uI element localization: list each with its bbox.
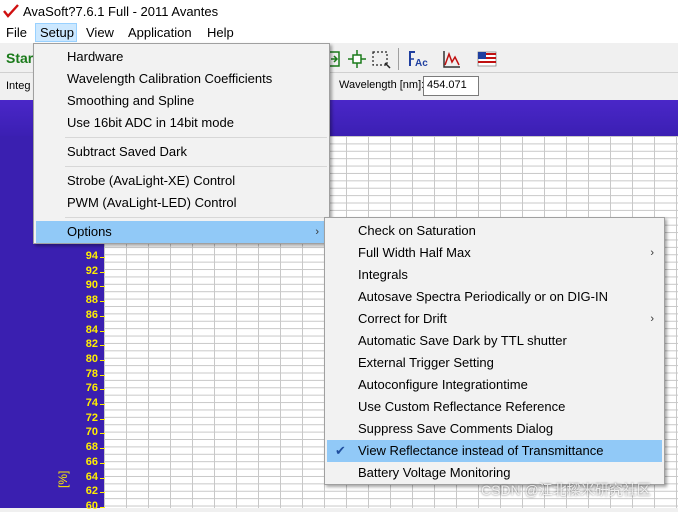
y-tick-label: 80 — [85, 352, 98, 365]
menu-item-subtract-dark[interactable]: Subtract Saved Dark — [36, 141, 327, 163]
menu-item-wavelength-calibration[interactable]: Wavelength Calibration Coefficients — [36, 68, 327, 90]
menu-item-check-saturation[interactable]: Check on Saturation — [327, 220, 662, 242]
svg-text:Ac: Ac — [415, 58, 428, 69]
y-tick-mark — [100, 389, 105, 391]
menu-item-autoconfigure-integration[interactable]: Autoconfigure Integrationtime — [327, 374, 662, 396]
menu-item-pwm-control[interactable]: PWM (AvaLight-LED) Control — [36, 192, 327, 214]
y-tick-mark — [100, 257, 105, 258]
spectrum-function-icon[interactable]: Ac — [406, 48, 428, 70]
y-tick-mark — [100, 374, 105, 376]
menu-item-options[interactable]: Options › — [36, 221, 327, 243]
menu-item-strobe-control[interactable]: Strobe (AvaLight-XE) Control — [36, 170, 327, 192]
window-title: AvaSoft?7.6.1 Full - 2011 Avantes — [23, 4, 219, 19]
y-tick-label: 68 — [85, 441, 98, 454]
y-tick-mark — [100, 301, 105, 303]
menu-item-fwhm[interactable]: Full Width Half Max › — [327, 242, 662, 264]
menu-application[interactable]: Application — [128, 25, 192, 42]
menu-separator — [65, 137, 327, 138]
y-tick-mark — [100, 462, 105, 464]
checkmark-icon: ✔ — [335, 443, 346, 458]
selection-rect-icon[interactable] — [370, 48, 392, 70]
y-tick-mark — [100, 477, 105, 479]
title-bar: AvaSoft?7.6.1 Full - 2011 Avantes — [0, 0, 678, 22]
menu-item-hardware[interactable]: Hardware — [36, 46, 327, 68]
chart-peak-icon[interactable] — [440, 48, 462, 70]
y-tick-mark — [100, 433, 105, 435]
y-tick-mark — [100, 345, 105, 347]
wavelength-label: Wavelength [nm]: — [339, 79, 425, 91]
chevron-right-icon: › — [650, 313, 654, 325]
menu-separator — [65, 217, 327, 218]
y-axis-unit: [%] — [56, 470, 70, 488]
y-tick-mark — [100, 418, 105, 420]
y-tick-label: 66 — [85, 455, 98, 468]
y-tick-mark — [100, 315, 105, 317]
menu-setup[interactable]: Setup — [35, 23, 77, 42]
y-tick-label: 78 — [85, 367, 98, 380]
menu-file[interactable]: File — [6, 25, 27, 42]
chevron-right-icon: › — [315, 226, 319, 238]
y-tick-mark — [100, 492, 105, 494]
y-tick-mark — [100, 286, 105, 288]
app-logo-icon — [3, 4, 19, 18]
y-tick-mark — [100, 359, 105, 361]
y-tick-label: 86 — [85, 308, 98, 321]
menu-bar: File Setup View Application Help — [0, 22, 678, 43]
y-tick-mark — [100, 448, 105, 450]
y-tick-label: 60 — [85, 499, 98, 512]
y-tick-label: 94 — [85, 250, 98, 262]
menu-view[interactable]: View — [86, 25, 114, 42]
menu-separator — [65, 166, 327, 167]
y-tick-label: 64 — [85, 470, 98, 483]
chevron-right-icon: › — [650, 247, 654, 259]
menu-item-integrals[interactable]: Integrals — [327, 264, 662, 286]
menu-item-correct-drift[interactable]: Correct for Drift › — [327, 308, 662, 330]
y-tick-mark — [100, 271, 105, 273]
menu-item-view-reflectance[interactable]: ✔ View Reflectance instead of Transmittan… — [327, 440, 662, 462]
y-tick-label: 90 — [85, 279, 98, 292]
y-tick-label: 72 — [85, 411, 98, 424]
y-tick-label: 88 — [85, 294, 98, 307]
setup-menu: Hardware Wavelength Calibration Coeffici… — [33, 43, 330, 244]
y-tick-label: 82 — [85, 338, 98, 351]
integration-time-label: Integ — [6, 80, 31, 92]
menu-item-smoothing-spline[interactable]: Smoothing and Spline — [36, 90, 327, 112]
watermark: CSDN @江北樑米研究社区 — [481, 482, 651, 498]
zoom-move-icon[interactable] — [346, 48, 368, 70]
menu-item-custom-reflectance[interactable]: Use Custom Reflectance Reference — [327, 396, 662, 418]
options-submenu: Check on Saturation Full Width Half Max ›… — [324, 217, 665, 485]
y-tick-label: 76 — [85, 382, 98, 395]
menu-item-suppress-comments[interactable]: Suppress Save Comments Dialog — [327, 418, 662, 440]
menu-item-external-trigger[interactable]: External Trigger Setting — [327, 352, 662, 374]
y-tick-label: 62 — [85, 485, 98, 498]
y-tick-mark — [100, 330, 105, 332]
toolbar-separator — [398, 48, 399, 70]
y-tick-label: 70 — [85, 426, 98, 439]
y-tick-label: 92 — [85, 264, 98, 277]
menu-item-16bit-adc[interactable]: Use 16bit ADC in 14bit mode — [36, 112, 327, 134]
menu-item-autosave-spectra[interactable]: Autosave Spectra Periodically or on DIG-… — [327, 286, 662, 308]
y-tick-label: 84 — [85, 323, 98, 336]
menu-help[interactable]: Help — [207, 25, 234, 42]
wavelength-field[interactable]: 454.071 — [423, 76, 479, 96]
menu-item-auto-save-dark[interactable]: Automatic Save Dark by TTL shutter — [327, 330, 662, 352]
y-tick-label: 74 — [85, 397, 98, 409]
flag-icon[interactable] — [476, 48, 498, 70]
y-tick-mark — [100, 404, 105, 405]
